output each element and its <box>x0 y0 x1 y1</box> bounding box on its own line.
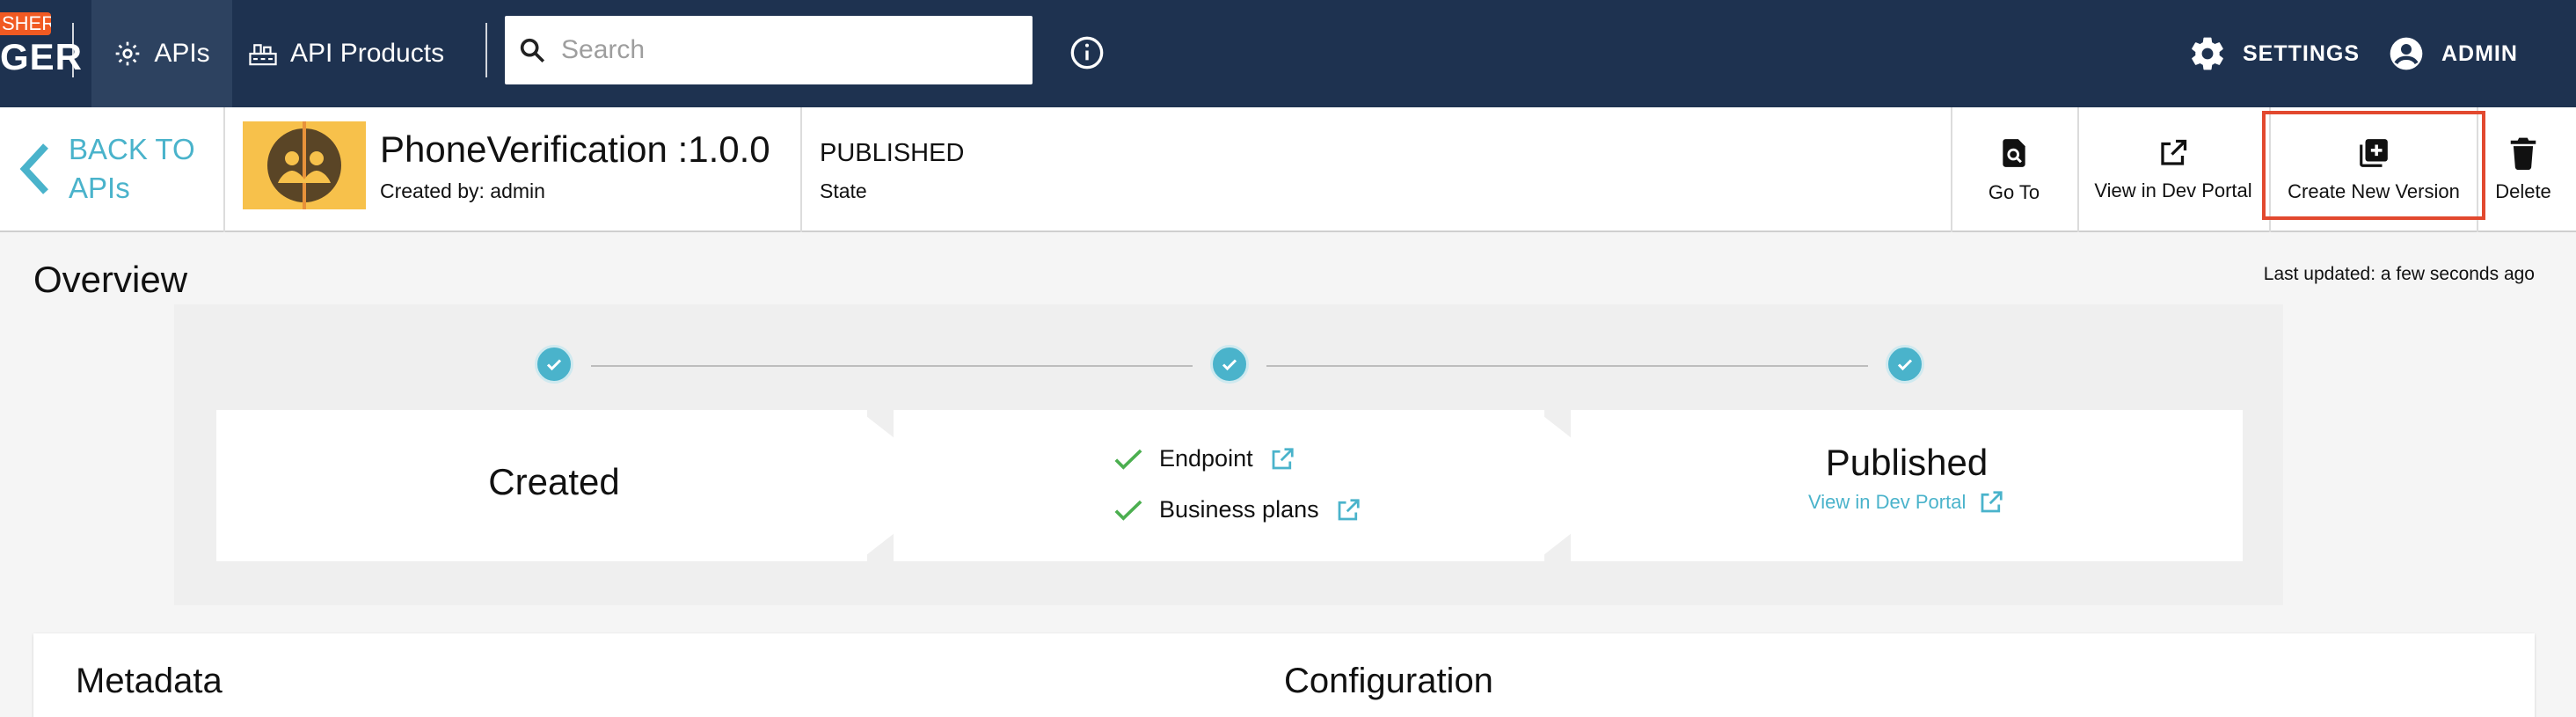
check-icon <box>1114 500 1142 521</box>
chevron-left-icon <box>19 143 48 194</box>
account-circle-icon <box>2390 37 2423 70</box>
check-icon <box>546 359 562 371</box>
header-divider <box>223 107 225 232</box>
top-navigation-bar: SHER GER APIs API Products SETTINGS <box>0 0 2576 107</box>
view-in-dev-portal-label: View in Dev Portal <box>2094 179 2252 201</box>
open-in-new-icon[interactable] <box>1269 446 1295 472</box>
api-name-title: PhoneVerification :1.0.0 <box>380 128 770 170</box>
nav-apis[interactable]: APIs <box>91 0 232 107</box>
nav-divider <box>485 23 487 77</box>
delete-label: Delete <box>2495 180 2551 202</box>
open-in-new-icon[interactable] <box>1335 497 1361 523</box>
configuration-section-title: Configuration <box>1284 662 1493 700</box>
overview-title: Overview <box>33 259 188 300</box>
brand-logo-text[interactable]: GER <box>0 35 83 79</box>
search-input[interactable] <box>561 35 1001 65</box>
back-link-line1: BACK TO <box>69 133 195 165</box>
search-box[interactable] <box>505 16 1033 84</box>
goto-button[interactable]: Go To <box>1952 107 2076 232</box>
endpoint-label: Endpoint <box>1159 445 1253 472</box>
stage-published-label: Published <box>1825 442 1989 483</box>
step-connector <box>591 365 1193 367</box>
stage-created-label: Created <box>488 461 620 502</box>
header-divider <box>800 107 802 232</box>
endpoint-check-row: Endpoint <box>1113 445 1295 472</box>
trash-icon <box>2510 137 2536 170</box>
stage-endpoint <box>894 410 1544 561</box>
published-view-dev-portal-label: View in Dev Portal <box>1808 491 1967 513</box>
find-in-page-icon <box>2003 139 2025 167</box>
brand-divider <box>72 23 74 77</box>
nav-api-products-label: API Products <box>290 39 445 68</box>
api-state-value: PUBLISHED <box>820 139 965 167</box>
open-in-new-icon <box>1981 491 2003 513</box>
step-endpoint-check <box>1210 345 1249 384</box>
last-updated-text: Last updated: a few seconds ago <box>2263 264 2535 284</box>
check-icon <box>1897 359 1913 371</box>
api-state-label: State <box>820 179 867 202</box>
published-view-dev-portal-link[interactable]: View in Dev Portal <box>1808 489 2004 516</box>
api-created-by: Created by: admin <box>380 179 545 202</box>
back-link-line2: APIs <box>69 172 130 204</box>
goto-label: Go To <box>1988 181 2040 203</box>
api-products-icon <box>249 44 277 66</box>
settings-button[interactable]: SETTINGS <box>2188 0 2360 107</box>
business-plans-label: Business plans <box>1159 496 1319 523</box>
gear-outline-icon <box>115 41 140 66</box>
open-in-new-icon <box>2161 139 2187 165</box>
admin-label: ADMIN <box>2441 40 2518 66</box>
step-created-check <box>535 345 573 384</box>
back-to-apis-link[interactable]: BACK TO APIs <box>18 130 195 208</box>
business-plans-check-row: Business plans <box>1113 496 1361 523</box>
admin-user-button[interactable]: ADMIN <box>2389 0 2518 107</box>
create-new-version-highlight-box <box>2262 111 2485 220</box>
info-icon[interactable] <box>1069 35 1105 70</box>
step-connector <box>1266 365 1868 367</box>
step-published-check <box>1886 345 1924 384</box>
api-thumbnail <box>243 121 366 209</box>
metadata-section-title: Metadata <box>76 662 223 700</box>
check-icon <box>1114 449 1142 470</box>
brand-badge: SHER <box>0 12 51 35</box>
gear-icon <box>2192 37 2223 70</box>
nav-apis-label: APIs <box>154 39 210 68</box>
api-details-header: BACK TO APIs PhoneVerification :1.0.0 Cr… <box>0 107 2576 232</box>
search-icon <box>520 38 545 63</box>
view-in-dev-portal-button[interactable]: View in Dev Portal <box>2079 107 2267 232</box>
delete-button[interactable]: Delete <box>2478 107 2568 232</box>
settings-label: SETTINGS <box>2243 40 2361 66</box>
nav-api-products[interactable]: API Products <box>248 0 444 107</box>
stage-published <box>1571 410 2243 561</box>
check-icon <box>1222 359 1237 371</box>
